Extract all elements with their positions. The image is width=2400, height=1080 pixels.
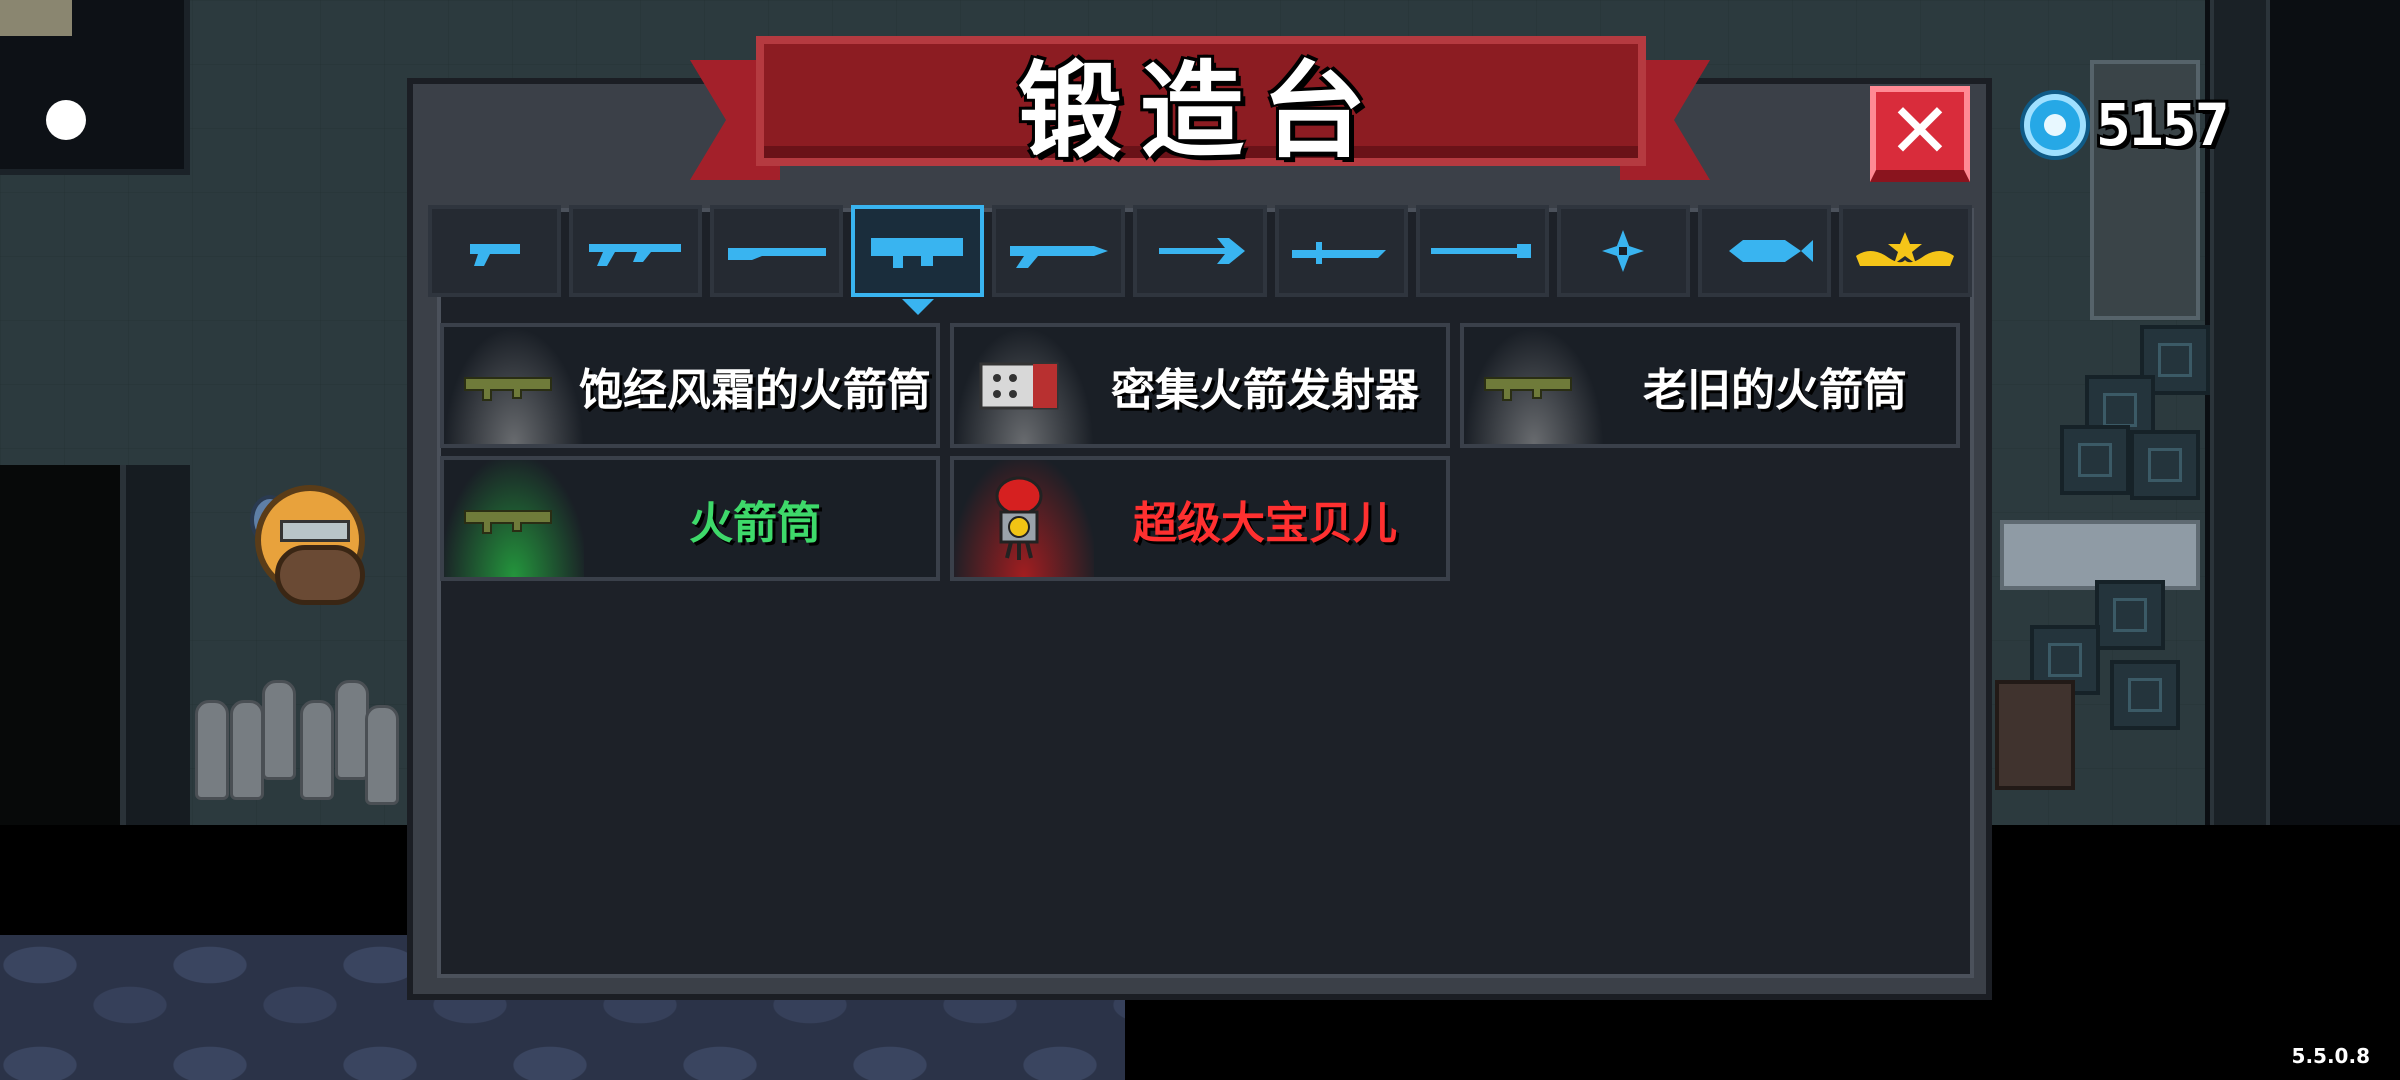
shuriken-icon xyxy=(1602,230,1645,272)
wall-sign xyxy=(0,0,72,36)
gas-cylinder xyxy=(335,680,369,780)
tab-special[interactable] xyxy=(1838,205,1973,297)
tab-bow[interactable] xyxy=(1133,205,1267,297)
weapon-category-tabs xyxy=(428,205,1973,301)
left-wall xyxy=(120,465,190,825)
nuke-bomb-icon xyxy=(954,460,1084,577)
player-body xyxy=(275,545,365,605)
pistol-icon xyxy=(469,244,520,266)
weapon-name: 火箭筒 xyxy=(689,497,821,549)
weapon-name: 老旧的火箭筒 xyxy=(1643,364,1907,416)
player-goggles xyxy=(280,520,350,542)
rocket-launcher-icon xyxy=(444,460,574,577)
gas-cylinder xyxy=(262,680,296,780)
tab-launcher[interactable] xyxy=(851,205,985,297)
sword-icon xyxy=(1292,242,1387,264)
laser-gun-icon xyxy=(1009,246,1108,268)
tab-sword[interactable] xyxy=(1274,205,1408,297)
weapon-name: 饱经风霜的火箭筒 xyxy=(579,364,931,416)
rifle-icon xyxy=(588,244,681,266)
rocket-launcher-icon xyxy=(1464,327,1594,444)
tab-shotgun[interactable] xyxy=(710,205,844,297)
rocket-launcher-icon xyxy=(444,327,574,444)
crate xyxy=(2110,660,2180,730)
tab-rifle[interactable] xyxy=(569,205,703,297)
weapon-card[interactable]: 饱经风霜的火箭筒 xyxy=(440,323,940,448)
special-crown-icon xyxy=(1856,232,1955,266)
close-icon: ✕ xyxy=(1888,86,1952,175)
tab-fish[interactable] xyxy=(1697,205,1831,297)
minimap-player-dot xyxy=(46,100,86,140)
weapon-card[interactable]: 火箭筒 xyxy=(440,456,940,581)
gas-cylinder xyxy=(230,700,264,800)
gas-cylinder xyxy=(300,700,334,800)
staff-icon xyxy=(1431,244,1532,258)
panel-title: 锻造台 xyxy=(1017,49,1384,172)
tab-pistol[interactable] xyxy=(428,205,562,297)
crate xyxy=(2130,430,2200,500)
rocket-pod-icon xyxy=(954,327,1084,444)
bow-icon xyxy=(1159,238,1246,264)
version-label: 5.5.0.8 xyxy=(2291,1044,2370,1068)
gem-amount: 5157 xyxy=(2096,91,2230,159)
crate xyxy=(2060,425,2130,495)
weapon-name: 超级大宝贝儿 xyxy=(1133,497,1397,549)
crate xyxy=(2095,580,2165,650)
weapon-card[interactable]: 老旧的火箭筒 xyxy=(1460,323,1960,448)
tab-staff[interactable] xyxy=(1415,205,1549,297)
blue-gem-icon xyxy=(2024,94,2086,156)
weapon-card[interactable]: 超级大宝贝儿 xyxy=(950,456,1450,581)
tab-laser[interactable] xyxy=(992,205,1126,297)
close-button[interactable]: ✕ xyxy=(1870,86,1970,182)
fish-icon xyxy=(1729,240,1814,262)
gem-counter: 5157 xyxy=(2024,91,2230,159)
launcher-icon xyxy=(870,238,963,268)
gas-cylinder xyxy=(365,705,399,805)
weapon-card[interactable]: 密集火箭发射器 xyxy=(950,323,1450,448)
gas-cylinder xyxy=(195,700,229,800)
tab-shuriken[interactable] xyxy=(1556,205,1690,297)
dark-doorway xyxy=(0,465,120,825)
shotgun-icon xyxy=(727,248,826,260)
workbench xyxy=(1995,680,2075,790)
weapon-name: 密集火箭发射器 xyxy=(1111,364,1419,416)
title-banner: 锻造台 xyxy=(756,36,1646,172)
